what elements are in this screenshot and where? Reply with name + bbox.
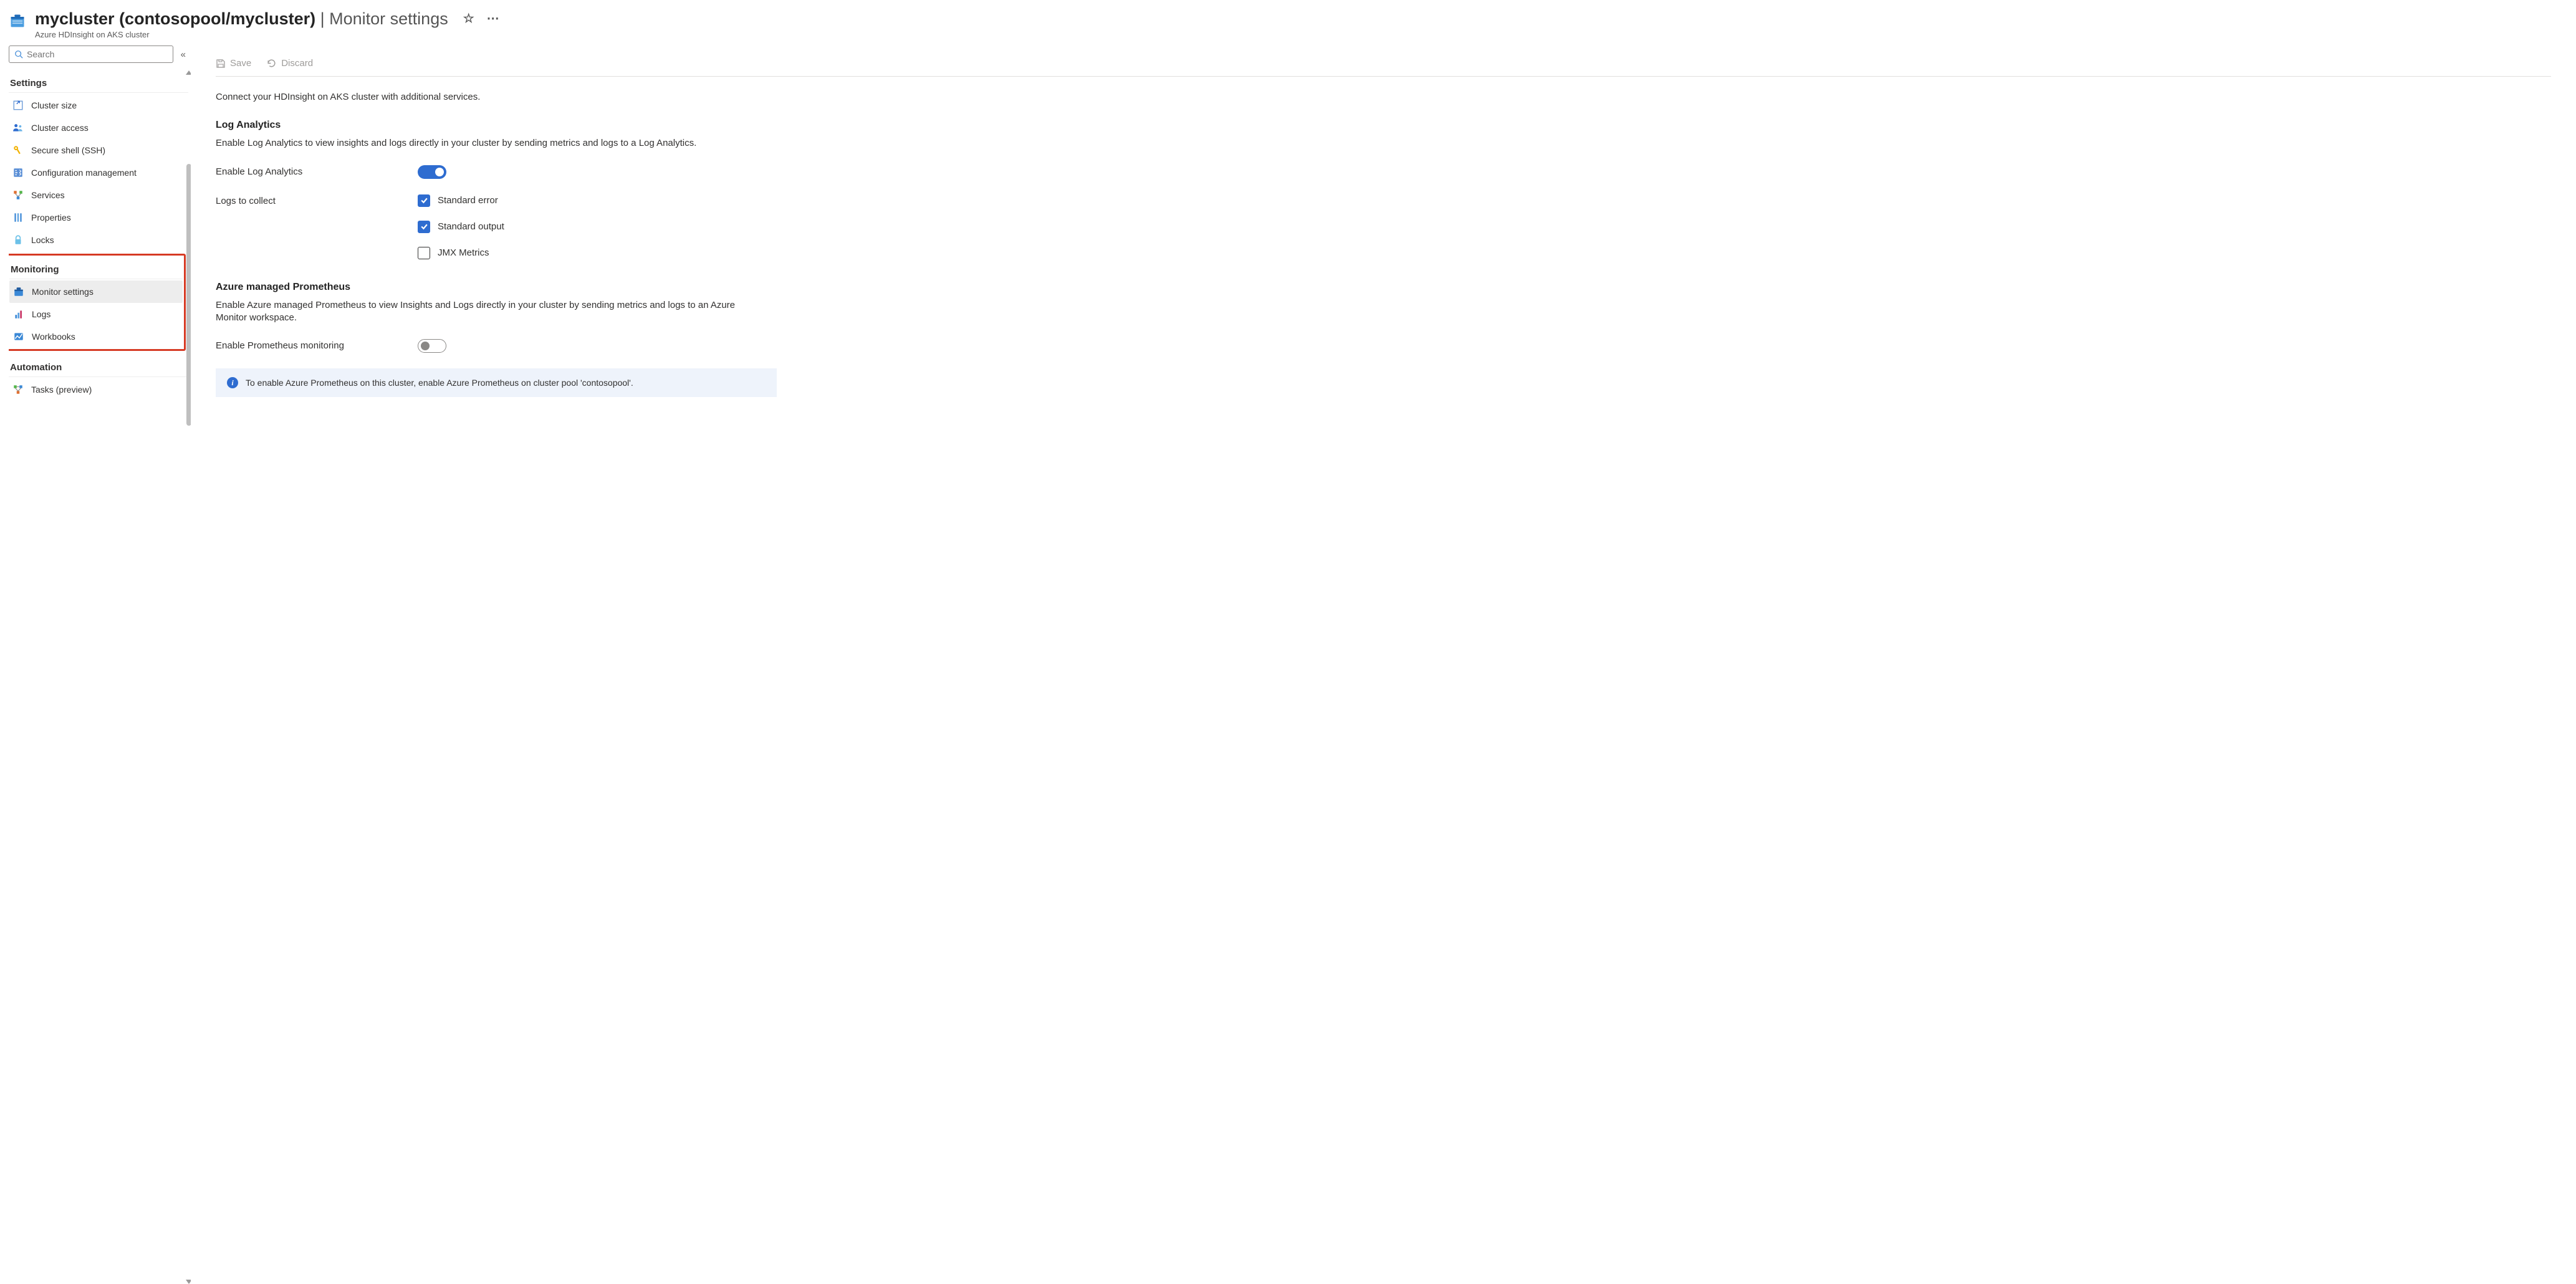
check-standard-error[interactable]: Standard error — [418, 194, 2551, 207]
enable-log-analytics-toggle[interactable] — [418, 165, 446, 179]
nav-label: Cluster size — [31, 100, 77, 110]
search-icon — [14, 50, 23, 59]
info-icon: i — [227, 377, 238, 388]
sidebar-item-workbooks[interactable]: Workbooks — [9, 325, 183, 348]
prometheus-heading: Azure managed Prometheus — [216, 282, 2551, 293]
toolbar: Save Discard — [216, 46, 2551, 77]
cluster-size-icon — [12, 100, 24, 111]
nav-label: Properties — [31, 213, 71, 223]
collapse-sidebar-icon[interactable]: « — [181, 49, 186, 60]
enable-prometheus-toggle[interactable] — [418, 339, 446, 353]
save-icon — [216, 59, 226, 69]
main-content: Save Discard Connect your HDInsight on A… — [191, 46, 2576, 1284]
check-jmx-metrics[interactable]: JMX Metrics — [418, 247, 2551, 259]
sidebar-section-settings: Settings — [9, 70, 188, 93]
check-label: Standard output — [438, 221, 504, 232]
sidebar-item-cluster-access[interactable]: Cluster access — [9, 117, 188, 139]
save-button[interactable]: Save — [216, 58, 251, 69]
sidebar-section-monitoring: Monitoring — [9, 257, 183, 279]
resource-icon — [9, 12, 26, 30]
log-analytics-desc: Enable Log Analytics to view insights an… — [216, 137, 764, 150]
log-analytics-section: Log Analytics Enable Log Analytics to vi… — [216, 120, 2551, 259]
checkbox-icon — [418, 247, 430, 259]
nav-label: Cluster access — [31, 123, 89, 133]
checkbox-icon — [418, 194, 430, 207]
discard-button[interactable]: Discard — [266, 58, 313, 69]
sidebar-item-services[interactable]: Services — [9, 184, 188, 206]
connect-description: Connect your HDInsight on AKS cluster wi… — [216, 92, 2551, 102]
sidebar: « Settings Cluster size Cluster access — [0, 46, 191, 1284]
nav-label: Configuration management — [31, 168, 137, 178]
nav-label: Locks — [31, 235, 54, 245]
nav-label: Services — [31, 190, 65, 200]
search-box[interactable] — [9, 46, 173, 63]
undo-icon — [266, 58, 277, 69]
workbooks-icon — [13, 331, 24, 342]
info-text: To enable Azure Prometheus on this clust… — [246, 378, 633, 388]
config-icon — [12, 167, 24, 178]
nav-label: Secure shell (SSH) — [31, 145, 105, 155]
prometheus-info-banner: i To enable Azure Prometheus on this clu… — [216, 368, 777, 397]
sidebar-section-automation: Automation — [9, 355, 188, 377]
cluster-access-icon — [12, 122, 24, 133]
sidebar-item-tasks[interactable]: Tasks (preview) — [9, 378, 188, 401]
nav-label: Tasks (preview) — [31, 385, 92, 395]
check-label: JMX Metrics — [438, 247, 489, 258]
sidebar-item-logs[interactable]: Logs — [9, 303, 183, 325]
page-header: mycluster (contosopool/mycluster) | Moni… — [0, 0, 2576, 46]
sidebar-scrollbar[interactable] — [186, 70, 191, 1284]
lock-icon — [12, 234, 24, 246]
page-title: mycluster (contosopool/mycluster) | Moni… — [35, 9, 448, 29]
sidebar-item-properties[interactable]: Properties — [9, 206, 188, 229]
resource-type-label: Azure HDInsight on AKS cluster — [35, 30, 2567, 39]
monitor-settings-icon — [13, 286, 24, 297]
sidebar-item-monitor-settings[interactable]: Monitor settings — [9, 280, 183, 303]
favorite-icon[interactable]: ☆ — [463, 11, 474, 26]
nav-label: Workbooks — [32, 332, 75, 342]
nav-label: Monitor settings — [32, 287, 94, 297]
monitoring-highlight: Monitoring Monitor settings Logs Workboo… — [9, 254, 186, 351]
services-icon — [12, 189, 24, 201]
sidebar-item-cluster-size[interactable]: Cluster size — [9, 94, 188, 117]
checkbox-icon — [418, 221, 430, 233]
log-analytics-heading: Log Analytics — [216, 120, 2551, 131]
check-standard-output[interactable]: Standard output — [418, 221, 2551, 233]
logs-to-collect-label: Logs to collect — [216, 194, 418, 206]
enable-log-analytics-label: Enable Log Analytics — [216, 165, 418, 177]
sidebar-item-config-mgmt[interactable]: Configuration management — [9, 161, 188, 184]
prometheus-desc: Enable Azure managed Prometheus to view … — [216, 299, 764, 325]
tasks-icon — [12, 384, 24, 395]
key-icon — [12, 145, 24, 156]
nav-label: Logs — [32, 309, 50, 319]
enable-prometheus-label: Enable Prometheus monitoring — [216, 339, 418, 351]
logs-icon — [13, 309, 24, 320]
prometheus-section: Azure managed Prometheus Enable Azure ma… — [216, 282, 2551, 398]
check-label: Standard error — [438, 195, 498, 206]
search-input[interactable] — [27, 49, 168, 59]
more-icon[interactable]: ⋯ — [487, 11, 499, 26]
properties-icon — [12, 212, 24, 223]
sidebar-item-locks[interactable]: Locks — [9, 229, 188, 251]
sidebar-item-ssh[interactable]: Secure shell (SSH) — [9, 139, 188, 161]
